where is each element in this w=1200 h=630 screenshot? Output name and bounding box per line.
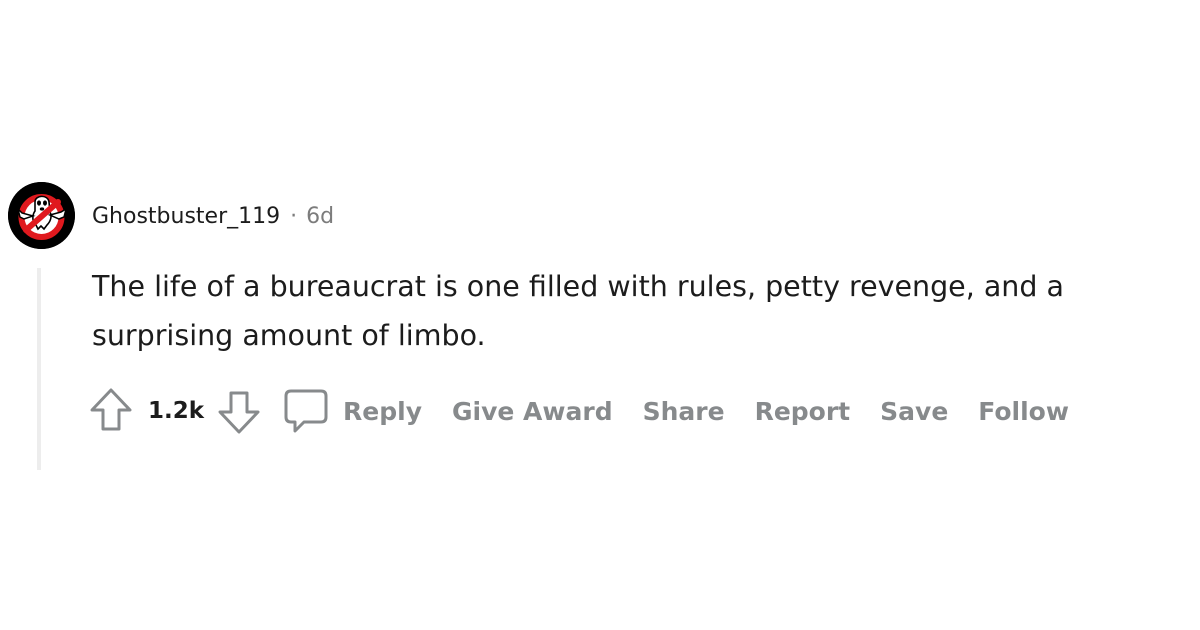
report-button[interactable]: Report xyxy=(755,397,851,426)
arrow-up-icon xyxy=(90,388,132,431)
upvote-button[interactable] xyxy=(88,386,134,436)
give-award-button[interactable]: Give Award xyxy=(452,397,613,426)
comment-actions: 1.2k Reply Give Award Share Report Save … xyxy=(88,386,1069,436)
vote-score: 1.2k xyxy=(148,398,205,424)
save-button[interactable]: Save xyxy=(880,397,948,426)
arrow-down-icon xyxy=(218,391,260,434)
share-button[interactable]: Share xyxy=(643,397,725,426)
downvote-button[interactable] xyxy=(216,386,262,436)
reply-label: Reply xyxy=(343,396,423,426)
follow-button[interactable]: Follow xyxy=(978,397,1069,426)
thread-line[interactable] xyxy=(37,268,41,470)
author-name[interactable]: Ghostbuster_119 xyxy=(92,204,280,229)
reply-button[interactable]: Reply xyxy=(282,387,422,435)
comment-header: Ghostbuster_119 · 6d xyxy=(92,200,334,232)
meta-separator: · xyxy=(290,203,298,229)
avatar[interactable] xyxy=(8,182,75,249)
ghostbusters-logo-icon xyxy=(8,182,75,249)
comment-bubble-icon xyxy=(284,389,328,433)
comment-body: The life of a bureaucrat is one filled w… xyxy=(92,270,1064,352)
comment: Ghostbuster_119 · 6d The life of a burea… xyxy=(0,0,1200,630)
comment-age[interactable]: 6d xyxy=(306,204,334,229)
